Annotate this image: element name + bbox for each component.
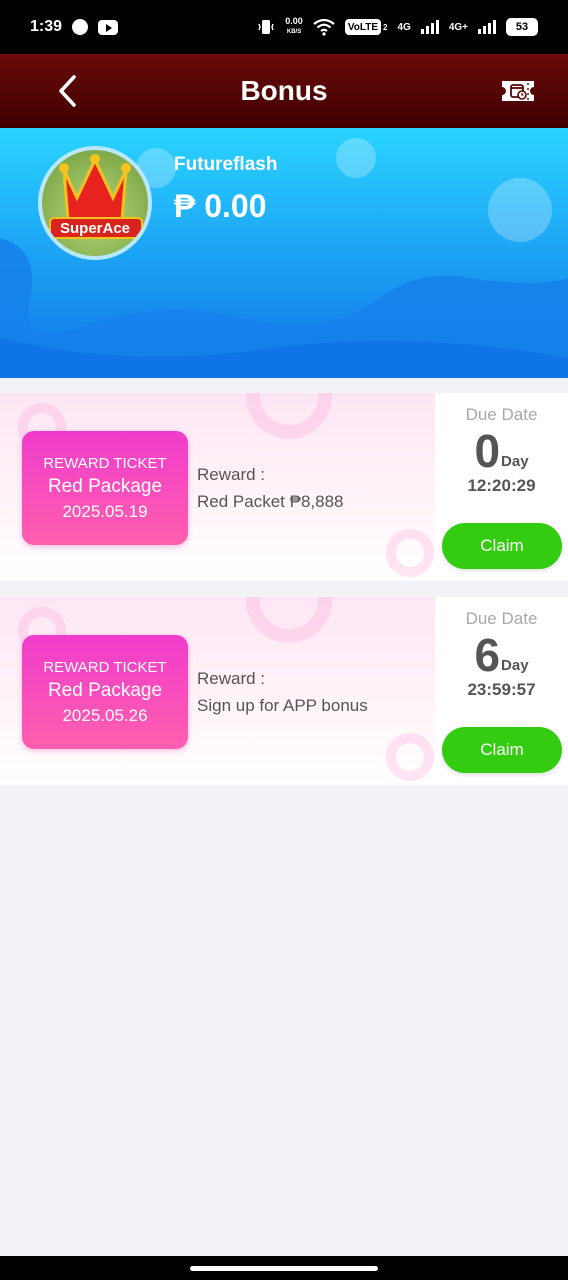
due-date-panel: Due Date 6 Day 23:59:57 Claim bbox=[435, 597, 568, 785]
vibrate-icon bbox=[258, 20, 274, 34]
due-days: 0 Day bbox=[435, 427, 568, 475]
reward-value: Sign up for APP bonus bbox=[197, 696, 368, 715]
ticket-type: REWARD TICKET bbox=[43, 454, 167, 472]
battery-icon: 53 bbox=[506, 18, 538, 36]
decor-ring bbox=[246, 393, 332, 439]
reward-ticket: REWARD TICKET Red Package 2025.05.19 bbox=[22, 431, 188, 545]
reward-value: Red Packet ₱8,888 bbox=[197, 492, 344, 511]
ticket-date: 2025.05.26 bbox=[62, 705, 148, 725]
due-days: 6 Day bbox=[435, 631, 568, 679]
due-time: 23:59:57 bbox=[467, 680, 536, 699]
due-time: 12:20:29 bbox=[467, 476, 536, 495]
avatar: SuperAce bbox=[38, 146, 152, 260]
app-header: Bonus bbox=[0, 54, 568, 128]
gesture-bar bbox=[0, 1256, 568, 1280]
back-button[interactable] bbox=[50, 72, 86, 110]
reward-card: REWARD TICKET Red Package 2025.05.26 Rew… bbox=[0, 597, 568, 785]
ticket-date: 2025.05.19 bbox=[62, 501, 148, 521]
reward-label: Reward : bbox=[197, 465, 266, 484]
wifi-icon bbox=[313, 18, 335, 36]
net-speed-value: 0.00 bbox=[285, 16, 303, 26]
network-type-2: 4G+ bbox=[448, 21, 468, 33]
home-indicator[interactable] bbox=[190, 1266, 378, 1271]
network-type-1: 4G bbox=[397, 21, 411, 33]
due-days-number: 0 bbox=[474, 425, 501, 477]
status-bar: 1:39 0.00 KB/S VoLTE 2 4G 4G+ 53 bbox=[0, 0, 568, 54]
page-title: Bonus bbox=[240, 75, 328, 106]
due-days-number: 6 bbox=[474, 629, 501, 681]
decor-ring bbox=[386, 733, 434, 781]
superace-logo-icon: SuperAce bbox=[49, 154, 143, 239]
username: Futureflash bbox=[174, 154, 278, 175]
status-time: 1:39 bbox=[30, 18, 63, 35]
reward-ticket: REWARD TICKET Red Package 2025.05.26 bbox=[22, 635, 188, 749]
due-days-unit: Day bbox=[501, 657, 529, 674]
decor-ring bbox=[386, 529, 434, 577]
profile-banner: SuperAce Futureflash ₱ 0.00 bbox=[0, 128, 568, 378]
ticket-name: Red Package bbox=[47, 475, 163, 497]
due-date-label: Due Date bbox=[465, 405, 538, 424]
signal-1-icon bbox=[420, 20, 439, 34]
chevron-left-icon bbox=[59, 75, 76, 107]
ticket-button[interactable] bbox=[500, 73, 536, 109]
status-left: 1:39 bbox=[30, 18, 119, 36]
youtube-icon bbox=[98, 19, 119, 35]
volte-badge: VoLTE bbox=[344, 19, 382, 35]
avatar-logo-text: SuperAce bbox=[60, 220, 130, 237]
ticket-icon bbox=[502, 81, 534, 101]
battery-level: 53 bbox=[515, 21, 529, 33]
due-date-label: Due Date bbox=[465, 609, 538, 628]
ticket-name: Red Package bbox=[47, 679, 163, 701]
decor-ring bbox=[246, 597, 332, 643]
net-speed: 0.00 KB/S bbox=[285, 17, 303, 37]
reward-card: REWARD TICKET Red Package 2025.05.19 Rew… bbox=[0, 393, 568, 581]
claim-button[interactable]: Claim bbox=[442, 727, 562, 773]
due-days-unit: Day bbox=[501, 453, 529, 470]
reward-label: Reward : bbox=[197, 669, 266, 688]
balance: ₱ 0.00 bbox=[174, 188, 267, 224]
ticket-type: REWARD TICKET bbox=[43, 658, 167, 676]
due-date-panel: Due Date 0 Day 12:20:29 Claim bbox=[435, 393, 568, 581]
sim-slot: 2 bbox=[383, 22, 388, 32]
status-right: 0.00 KB/S VoLTE 2 4G 4G+ 53 bbox=[257, 17, 538, 37]
claim-button[interactable]: Claim bbox=[442, 523, 562, 569]
signal-2-icon bbox=[478, 20, 496, 34]
net-speed-unit: KB/S bbox=[286, 29, 302, 35]
messages-icon bbox=[72, 19, 89, 35]
